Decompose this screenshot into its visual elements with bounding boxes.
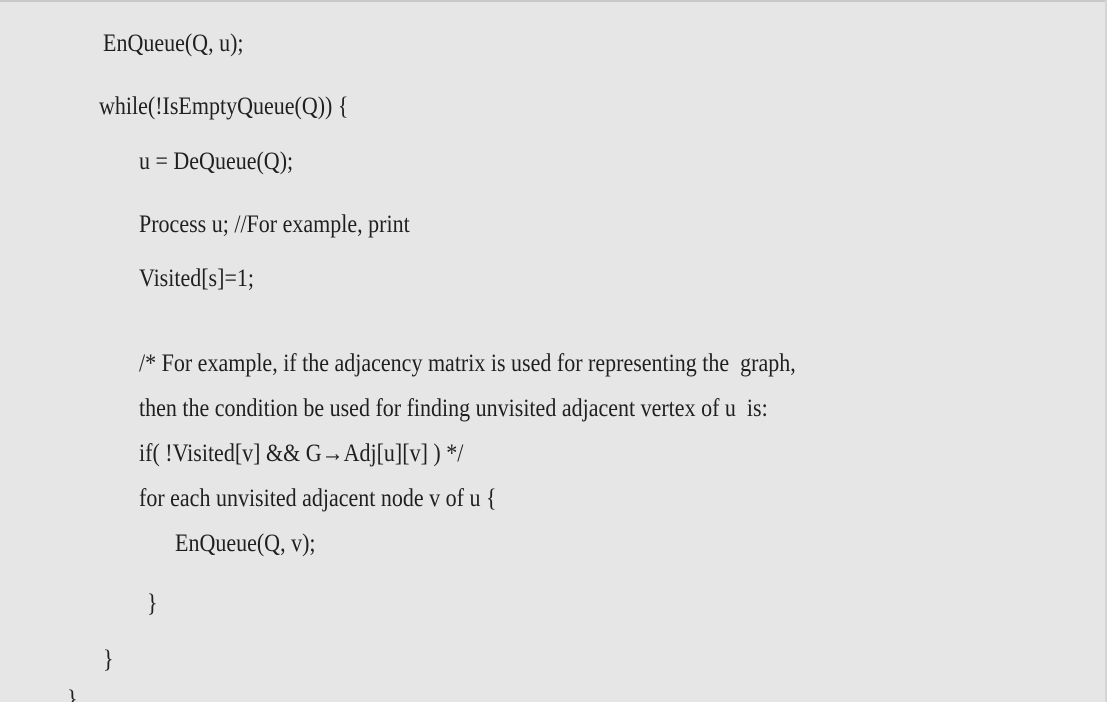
code-line-comment-1: /* For example, if the adjacency matrix … <box>139 350 796 377</box>
code-line-enqueue-start: EnQueue(Q, u); <box>103 30 244 57</box>
code-line-close-while: } <box>103 646 114 673</box>
code-document: EnQueue(Q, u); while(!IsEmptyQueue(Q)) {… <box>0 0 1107 702</box>
code-line-dequeue: u = DeQueue(Q); <box>139 148 294 175</box>
code-line-close-function: } <box>67 686 78 702</box>
top-border <box>0 0 1107 2</box>
code-line-while: while(!IsEmptyQueue(Q)) { <box>99 93 349 120</box>
code-line-for-each: for each unvisited adjacent node v of u … <box>139 485 497 512</box>
code-line-enqueue-inner: EnQueue(Q, v); <box>175 530 316 557</box>
code-line-comment-2: then the condition be used for finding u… <box>139 395 768 422</box>
code-line-comment-3: if( !Visited[v] && G→Adj[u][v] ) */ <box>139 440 464 467</box>
code-line-close-for: } <box>147 590 158 617</box>
code-line-visited: Visited[s]=1; <box>139 265 254 292</box>
code-line-process: Process u; //For example, print <box>139 211 410 238</box>
